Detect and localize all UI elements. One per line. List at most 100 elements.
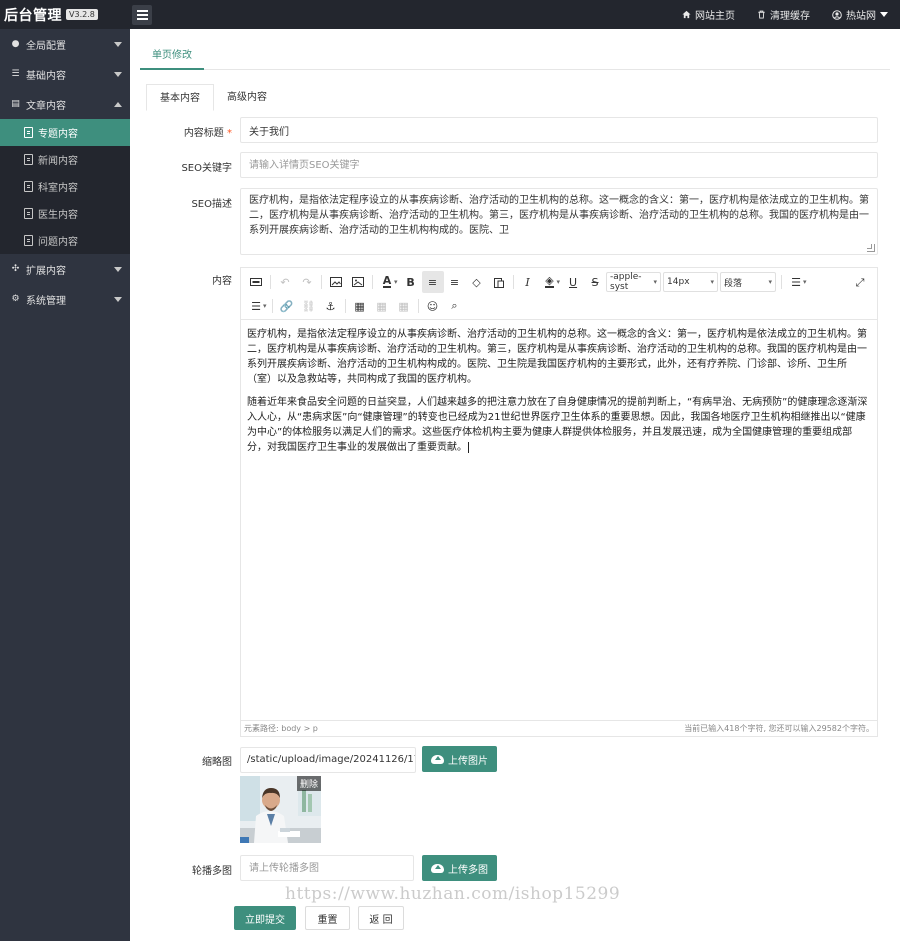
thumbnail-path-input[interactable]: /static/upload/image/20241126/173259 — [240, 747, 416, 773]
paragraph-format-value: 段落 — [724, 278, 743, 289]
sidebar-item-question-content[interactable]: 问题内容 — [0, 227, 130, 254]
carousel-label: 轮播多图 — [192, 866, 232, 877]
upload-multi-image-button[interactable]: 上传多图 — [422, 855, 497, 881]
chevron-down-icon — [114, 71, 122, 77]
desc-label: SEO描述 — [191, 199, 232, 210]
menu-toggle-button[interactable] — [132, 4, 152, 25]
document-icon — [24, 235, 33, 246]
editor-content-area[interactable]: 医疗机构，是指依法定程序设立的从事疾病诊断、治疗活动的卫生机构的总称。这一概念的… — [241, 320, 877, 720]
rich-text-editor: ↶ ↷ A ▾ B ≡ ≡ ◇ I ◈ ▾ U S -apple-syst▾ — [240, 267, 878, 737]
table-icon[interactable]: ▦ — [349, 295, 371, 317]
strikethrough-icon[interactable]: S — [584, 271, 606, 293]
site-home-label: 网站主页 — [695, 11, 735, 22]
chevron-down-icon — [114, 296, 122, 302]
resize-handle-icon[interactable] — [867, 244, 875, 252]
trash-icon — [758, 10, 765, 19]
chevron-down-icon: ▾ — [556, 278, 561, 286]
submit-button[interactable]: 立即提交 — [234, 906, 296, 930]
app-title: 后台管理 — [4, 7, 62, 24]
insert-image-icon[interactable] — [325, 271, 347, 293]
seo-description-textarea[interactable]: 医疗机构，是指依法定程序设立的从事疾病诊断、治疗活动的卫生机构的总称。这一概念的… — [240, 188, 878, 255]
chevron-down-icon: ▾ — [768, 278, 773, 286]
italic-icon[interactable]: I — [517, 271, 539, 293]
underline-icon[interactable]: U — [562, 271, 584, 293]
clear-cache-link[interactable]: 清理缓存 — [757, 7, 810, 22]
sidebar-group-extended-content[interactable]: ✣ 扩展内容 — [0, 254, 130, 284]
align-center-icon[interactable]: ≡ — [444, 271, 466, 293]
search-replace-icon[interactable]: ⌕ — [444, 295, 466, 317]
font-size-value: 14px — [667, 277, 690, 287]
undo-icon[interactable]: ↶ — [274, 271, 296, 293]
sidebar-item-department-content[interactable]: 科室内容 — [0, 173, 130, 200]
source-code-icon[interactable] — [245, 271, 267, 293]
title-input[interactable] — [240, 117, 878, 143]
align-left-icon[interactable]: ≡ — [421, 271, 444, 293]
fullscreen-icon[interactable]: ⤢ — [849, 272, 871, 294]
title-label: 内容标题 * — [184, 124, 232, 139]
link-icon[interactable]: 🔗 — [276, 295, 298, 317]
sidebar-item-label: 科室内容 — [38, 183, 78, 194]
title-label-text: 内容标题 — [183, 128, 224, 139]
tab-single-page-edit[interactable]: 单页修改 — [140, 44, 204, 70]
editor-paragraph: 随着近年来食品安全问题的日益突显，人们越来越多的把注意力放在了自身健康情况的提前… — [247, 395, 871, 455]
font-size-select[interactable]: 14px ▾ — [663, 272, 719, 292]
paste-text-icon[interactable] — [488, 271, 510, 293]
seo-keywords-input[interactable] — [240, 152, 878, 178]
bold-icon[interactable]: B — [400, 271, 422, 293]
element-path: 元素路径: body > p — [244, 724, 318, 733]
chevron-down-icon — [114, 41, 122, 47]
sidebar-item-label: 专题内容 — [38, 129, 78, 140]
chevron-down-icon: ▾ — [263, 302, 267, 310]
tab-advanced-content[interactable]: 高级内容 — [214, 84, 280, 111]
anchor-icon[interactable]: ⚓ — [320, 295, 342, 317]
sidebar: ● 全局配置 ☰ 基础内容 ▤ 文章内容 专题内容 新闻内容 科室内容 医生内容 — [0, 29, 130, 941]
sidebar-group-basic-content[interactable]: ☰ 基础内容 — [0, 59, 130, 89]
sidebar-group-global-config[interactable]: ● 全局配置 — [0, 29, 130, 59]
file-icon: ▤ — [11, 99, 20, 109]
document-icon — [24, 208, 33, 219]
puzzle-icon: ✣ — [11, 264, 20, 274]
redo-icon[interactable]: ↷ — [296, 271, 318, 293]
chevron-down-icon — [880, 12, 888, 17]
editor-paragraph: 医疗机构，是指依法定程序设立的从事疾病诊断、治疗活动的卫生机构的总称。这一概念的… — [247, 329, 867, 385]
gear-icon: ⚙ — [11, 294, 20, 304]
eraser-icon[interactable]: ◇ — [466, 271, 488, 293]
emoji-icon[interactable]: ☺ — [422, 295, 444, 317]
sidebar-group-article-content[interactable]: ▤ 文章内容 — [0, 89, 130, 119]
sidebar-group-label: 基础内容 — [26, 70, 66, 82]
sidebar-item-label: 问题内容 — [38, 237, 78, 248]
sidebar-item-news-content[interactable]: 新闻内容 — [0, 146, 130, 173]
font-family-value: -apple-syst — [610, 272, 642, 292]
clear-cache-label: 清理缓存 — [770, 11, 810, 22]
font-family-select[interactable]: -apple-syst ▾ — [606, 272, 662, 292]
content-label: 内容 — [212, 276, 232, 287]
paragraph-format-select[interactable]: 段落 ▾ — [720, 272, 777, 292]
back-button[interactable]: 返 回 — [358, 906, 404, 930]
user-menu[interactable]: 热站网 — [832, 7, 888, 22]
multi-image-icon[interactable] — [347, 271, 369, 293]
sidebar-item-label: 新闻内容 — [38, 156, 78, 167]
top-bar: 后台管理 V3.2.8 网站主页 清理缓存 热站网 — [0, 0, 900, 29]
card-tabs: 基本内容 高级内容 — [146, 84, 280, 111]
document-icon — [24, 127, 33, 138]
carousel-images-input[interactable] — [240, 855, 414, 881]
text-cursor — [468, 441, 469, 453]
sidebar-item-doctor-content[interactable]: 医生内容 — [0, 200, 130, 227]
user-circle-icon — [832, 9, 842, 20]
delete-thumbnail-button[interactable]: 删除 — [296, 776, 321, 791]
sidebar-group-system-management[interactable]: ⚙ 系统管理 — [0, 284, 130, 314]
sidebar-subnav: 专题内容 新闻内容 科室内容 医生内容 问题内容 — [0, 119, 130, 254]
unlink-icon[interactable]: ⛓ — [298, 295, 320, 317]
chevron-down-icon: ▾ — [710, 278, 715, 286]
table-row-icon[interactable]: ▦ — [371, 295, 393, 317]
globe-icon: ● — [11, 39, 20, 49]
sliders-icon: ☰ — [11, 69, 20, 79]
table-col-icon[interactable]: ▦ — [393, 295, 415, 317]
tab-basic-content[interactable]: 基本内容 — [146, 84, 214, 111]
version-badge: V3.2.8 — [66, 9, 98, 20]
site-home-link[interactable]: 网站主页 — [682, 7, 735, 22]
upload-image-button[interactable]: 上传图片 — [422, 746, 497, 772]
reset-button[interactable]: 重置 — [305, 906, 350, 930]
sidebar-item-topic-content[interactable]: 专题内容 — [0, 119, 130, 146]
editor-paragraph-text: 随着近年来食品安全问题的日益突显，人们越来越多的把注意力放在了自身健康情况的提前… — [247, 397, 868, 453]
